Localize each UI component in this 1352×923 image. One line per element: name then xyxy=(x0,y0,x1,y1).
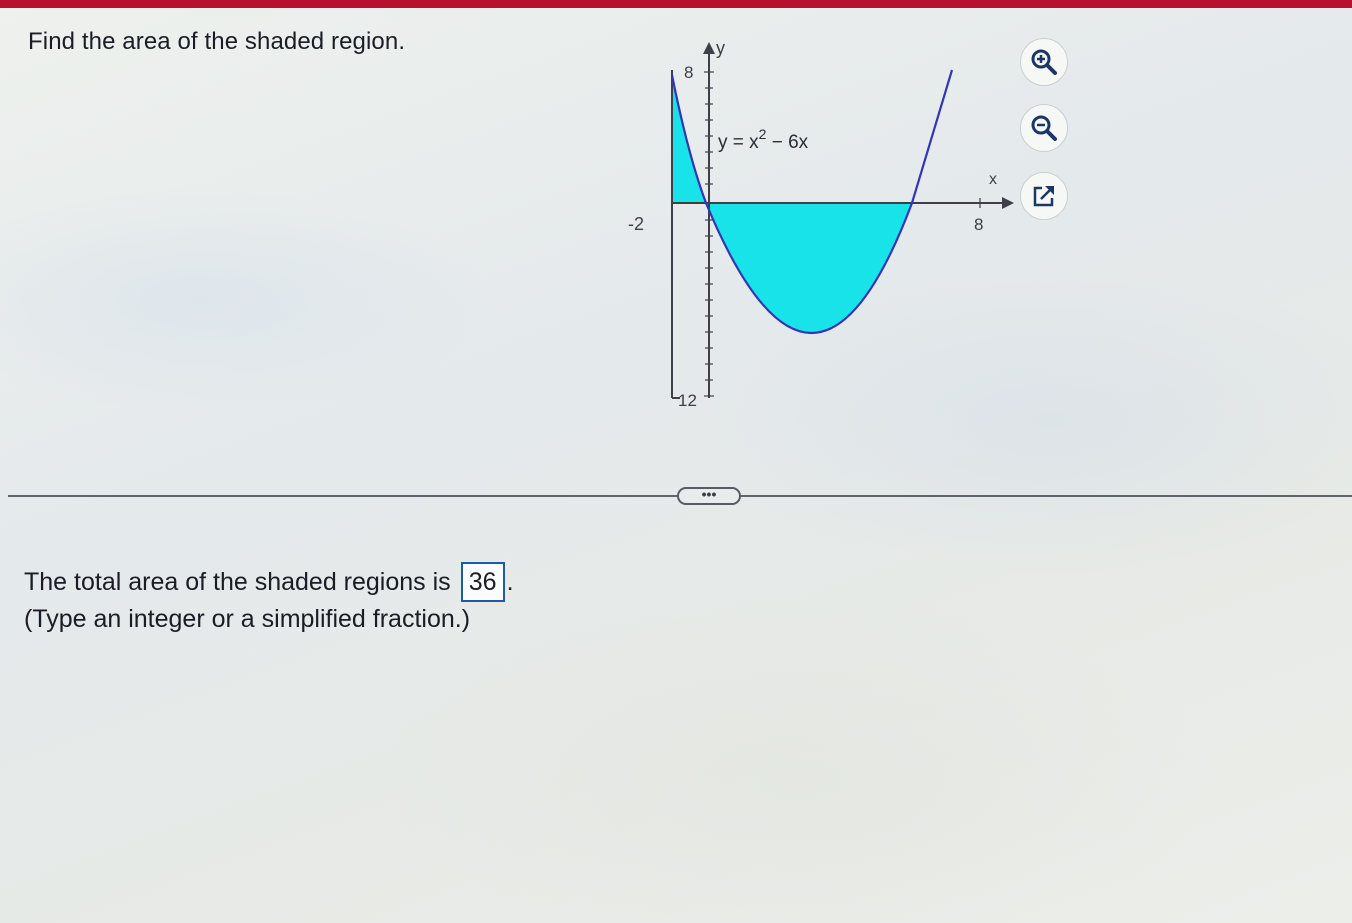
shaded-region-left xyxy=(672,75,706,203)
graph-svg: y x 8 12 -2 8 y = x2 − 6x xyxy=(628,38,1014,410)
equation-suffix: − 6x xyxy=(766,132,808,153)
graph-figure: y x 8 12 -2 8 y = x2 − 6x xyxy=(610,30,1030,420)
question-text: Find the area of the shaded region. xyxy=(28,28,406,55)
equation-prefix: y = x xyxy=(718,132,759,153)
answer-hint: (Type an integer or a simplified fractio… xyxy=(24,605,471,633)
curve-equation-label: y = x2 − 6x xyxy=(718,126,809,153)
top-accent-bar xyxy=(0,0,1352,8)
y-bottom-tick-label: 12 xyxy=(678,391,697,410)
y-axis-arrow xyxy=(703,42,715,54)
y-top-tick-label: 8 xyxy=(684,63,693,82)
zoom-in-icon xyxy=(1031,49,1057,75)
answer-prefix: The total area of the shaded regions is xyxy=(24,567,451,596)
show-more-button[interactable]: ••• xyxy=(677,487,741,505)
y-axis-label: y xyxy=(716,38,725,58)
equation-exponent: 2 xyxy=(759,126,767,142)
zoom-out-icon xyxy=(1031,115,1057,141)
zoom-out-button[interactable] xyxy=(1020,104,1068,152)
x-axis-arrow xyxy=(1002,197,1014,209)
answer-period: . xyxy=(506,567,514,596)
zoom-in-button[interactable] xyxy=(1020,38,1068,86)
answer-input[interactable]: 36 xyxy=(460,562,505,602)
popout-button[interactable] xyxy=(1020,172,1068,220)
x-left-tick-label: -2 xyxy=(628,214,644,234)
x-right-tick-label: 8 xyxy=(974,215,983,234)
answer-sentence: The total area of the shaded regions is … xyxy=(24,562,514,602)
external-link-icon xyxy=(1033,186,1054,207)
x-axis-label: x xyxy=(989,171,997,188)
